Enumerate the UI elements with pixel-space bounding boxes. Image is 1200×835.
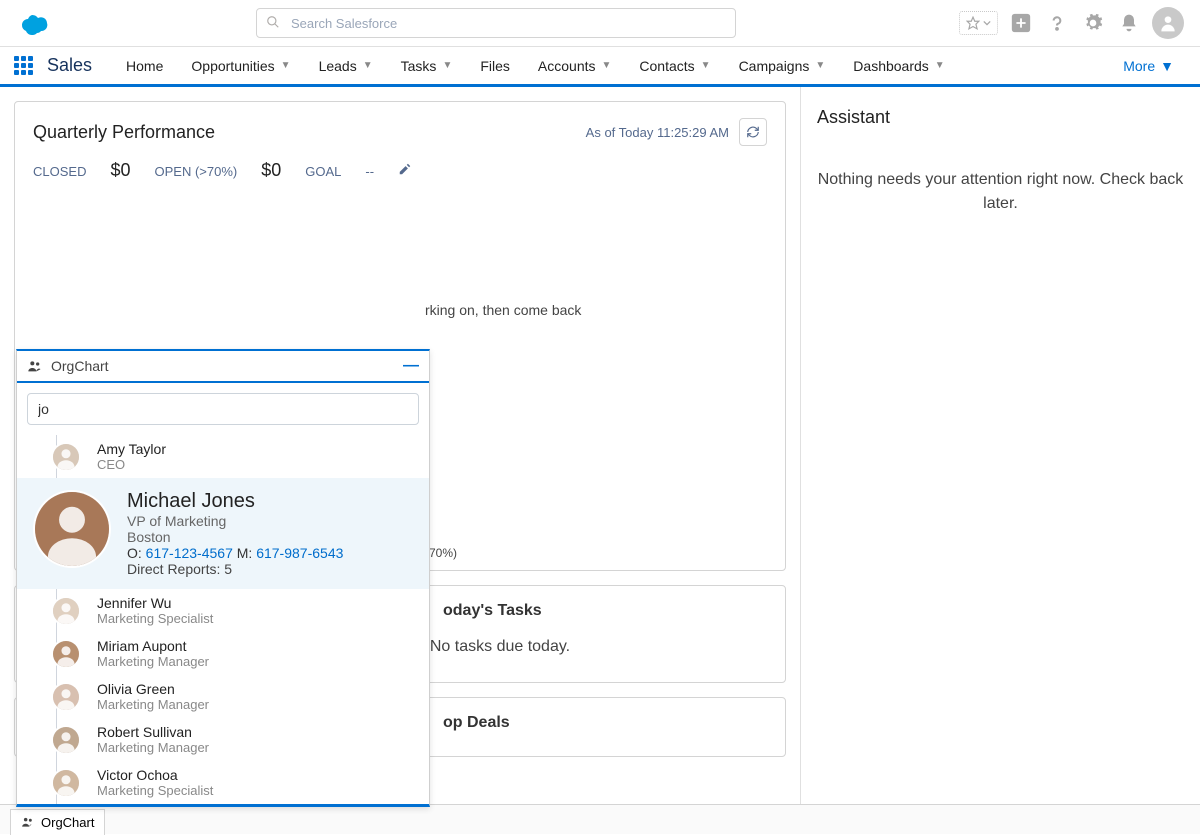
person-role: Marketing Manager — [97, 740, 209, 755]
chevron-down-icon[interactable]: ▼ — [815, 60, 825, 71]
chevron-down-icon[interactable]: ▼ — [701, 60, 711, 71]
global-header — [0, 0, 1200, 47]
orgchart-header: OrgChart — — [17, 351, 429, 383]
person-location: Boston — [127, 529, 343, 545]
tab-accounts[interactable]: Accounts▼ — [524, 46, 626, 86]
assistant-panel: Assistant Nothing needs your attention r… — [800, 87, 1200, 804]
person-role: VP of Marketing — [127, 513, 343, 529]
closed-value: $0 — [110, 160, 130, 181]
orgchart-person-row[interactable]: Jennifer Wu Marketing Specialist — [17, 589, 429, 632]
tab-dashboards[interactable]: Dashboards▼ — [839, 46, 958, 86]
perf-metrics: CLOSED $0 OPEN (>70%) $0 GOAL -- — [33, 160, 767, 181]
person-avatar-icon — [51, 442, 81, 472]
search-input[interactable] — [256, 8, 736, 38]
person-name: Miriam Aupont — [97, 638, 209, 654]
tab-contacts[interactable]: Contacts▼ — [625, 46, 724, 86]
person-avatar-icon — [33, 490, 111, 568]
tab-files[interactable]: Files — [466, 46, 524, 86]
orgchart-results-list: Amy Taylor CEO Michael Jones VP of Marke… — [17, 435, 429, 804]
chevron-down-icon[interactable]: ▼ — [363, 60, 373, 71]
person-role: Marketing Manager — [97, 654, 209, 669]
people-icon — [27, 358, 43, 374]
orgchart-person-row[interactable]: Victor Ochoa Marketing Specialist — [17, 761, 429, 804]
tab-opportunities[interactable]: Opportunities▼ — [177, 46, 304, 86]
edit-goal-icon[interactable] — [398, 162, 412, 176]
add-button[interactable] — [1008, 10, 1034, 36]
chevron-down-icon[interactable]: ▼ — [602, 60, 612, 71]
person-name: Victor Ochoa — [97, 767, 213, 783]
tab-campaigns[interactable]: Campaigns▼ — [725, 46, 840, 86]
person-avatar-icon — [51, 725, 81, 755]
dock-tab-orgchart[interactable]: OrgChart — [10, 809, 105, 835]
person-reports: Direct Reports: 5 — [127, 561, 343, 577]
orgchart-person-row[interactable]: Robert Sullivan Marketing Manager — [17, 718, 429, 761]
chevron-down-icon[interactable]: ▼ — [442, 60, 452, 71]
bottom-dock: OrgChart — [0, 804, 1200, 834]
assistant-title: Assistant — [817, 107, 1184, 128]
setup-gear-icon[interactable] — [1080, 10, 1106, 36]
orgchart-search — [17, 383, 429, 435]
orgchart-popup: OrgChart — Amy Taylor CEO Michael Jones … — [16, 349, 430, 807]
tab-tasks[interactable]: Tasks▼ — [387, 46, 467, 86]
person-avatar-icon — [51, 682, 81, 712]
perf-hint-text: rking on, then come back — [425, 302, 581, 318]
user-avatar-icon[interactable] — [1152, 7, 1184, 39]
perf-as-of: As of Today 11:25:29 AM — [586, 118, 767, 146]
nav-bar: Sales Home Opportunities▼ Leads▼ Tasks▼ … — [0, 47, 1200, 87]
person-name: Amy Taylor — [97, 441, 166, 457]
orgchart-title: OrgChart — [51, 358, 109, 374]
global-search — [256, 8, 736, 38]
app-launcher-icon[interactable] — [14, 56, 33, 75]
person-avatar-icon — [51, 596, 81, 626]
person-name: Jennifer Wu — [97, 595, 213, 611]
notifications-bell-icon[interactable] — [1116, 10, 1142, 36]
person-phones: O: 617-123-4567 M: 617-987-6543 — [127, 545, 343, 561]
orgchart-person-row[interactable]: Amy Taylor CEO — [17, 435, 429, 478]
orgchart-person-row[interactable]: Olivia Green Marketing Manager — [17, 675, 429, 718]
person-avatar-icon — [51, 768, 81, 798]
app-name: Sales — [47, 55, 92, 76]
perf-title: Quarterly Performance — [33, 122, 215, 143]
person-role: CEO — [97, 457, 166, 472]
chevron-down-icon: ▼ — [1160, 58, 1174, 74]
person-name: Olivia Green — [97, 681, 209, 697]
search-icon — [266, 15, 280, 29]
person-role: Marketing Manager — [97, 697, 209, 712]
orgchart-person-row[interactable]: Miriam Aupont Marketing Manager — [17, 632, 429, 675]
tab-home[interactable]: Home — [112, 47, 177, 87]
favorites-button[interactable] — [959, 11, 998, 35]
goal-value: -- — [365, 164, 374, 179]
assistant-empty: Nothing needs your attention right now. … — [817, 168, 1184, 216]
person-name: Michael Jones — [127, 490, 343, 513]
person-role: Marketing Specialist — [97, 611, 213, 626]
minimize-icon[interactable]: — — [403, 357, 419, 375]
mobile-phone-link[interactable]: 617-987-6543 — [256, 545, 343, 561]
person-avatar-icon — [51, 639, 81, 669]
orgchart-search-input[interactable] — [27, 393, 419, 425]
salesforce-logo-icon — [16, 9, 56, 37]
orgchart-person-row[interactable]: Michael Jones VP of Marketing Boston O: … — [17, 478, 429, 589]
tab-more[interactable]: More ▼ — [1111, 58, 1186, 74]
open-value: $0 — [261, 160, 281, 181]
chevron-down-icon[interactable]: ▼ — [281, 60, 291, 71]
tab-leads[interactable]: Leads▼ — [305, 46, 387, 86]
help-icon[interactable] — [1044, 10, 1070, 36]
person-name: Robert Sullivan — [97, 724, 209, 740]
office-phone-link[interactable]: 617-123-4567 — [146, 545, 233, 561]
header-actions — [959, 7, 1184, 39]
refresh-button[interactable] — [739, 118, 767, 146]
person-role: Marketing Specialist — [97, 783, 213, 798]
chevron-down-icon[interactable]: ▼ — [935, 60, 945, 71]
